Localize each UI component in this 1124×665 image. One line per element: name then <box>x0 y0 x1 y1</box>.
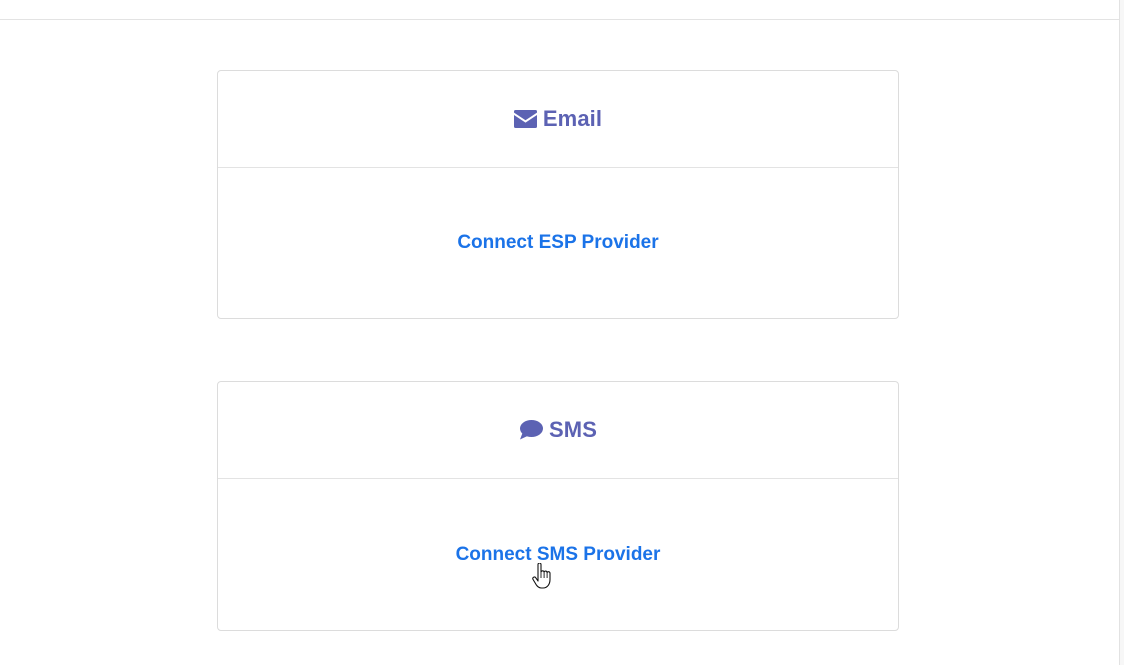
sms-card-body: Connect SMS Provider <box>218 479 898 630</box>
vertical-scrollbar[interactable] <box>1119 0 1124 665</box>
connect-esp-provider-link[interactable]: Connect ESP Provider <box>457 232 658 254</box>
top-bar <box>0 0 1119 20</box>
connect-sms-provider-link[interactable]: Connect SMS Provider <box>456 544 661 566</box>
email-card-body: Connect ESP Provider <box>218 168 898 318</box>
sms-card-title: SMS <box>549 417 597 442</box>
chat-bubble-icon <box>519 420 543 440</box>
email-channel-card: Email Connect ESP Provider <box>217 70 899 319</box>
envelope-icon <box>513 110 537 128</box>
channels-page: Email Connect ESP Provider SMS Connect S… <box>0 0 1124 665</box>
email-card-header: Email <box>218 71 898 168</box>
email-card-title: Email <box>542 106 603 131</box>
sms-channel-card: SMS Connect SMS Provider <box>217 381 899 631</box>
sms-card-header: SMS <box>218 382 898 479</box>
